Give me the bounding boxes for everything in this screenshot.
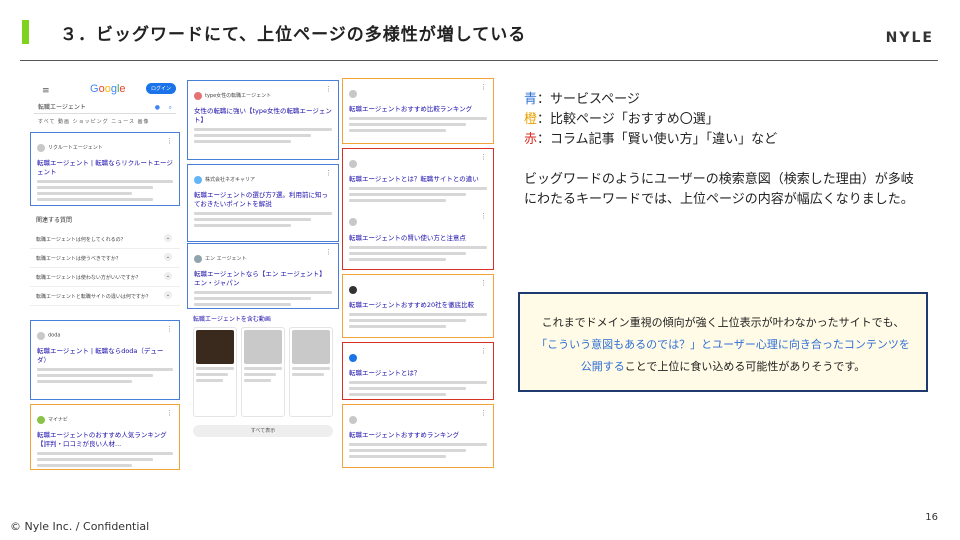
site-favicon: [37, 143, 45, 152]
video-section-title: 転職エージェントを含む動画: [193, 316, 271, 323]
site-favicon: [349, 159, 357, 168]
result-title[interactable]: 転職エージェントおすすめランキング: [349, 431, 487, 440]
site-favicon: [37, 331, 45, 340]
color-legend: 青：サービスページ 橙：比較ページ「おすすめ〇選」 赤：コラム記事「賢い使い方」…: [524, 90, 777, 150]
site-name: type女性の転職エージェント: [205, 93, 272, 99]
result-card-column[interactable]: ⋮ 転職エージェントとは？転職サイトとの違い ⋮ 転職エージェントの賢い使い方と…: [342, 148, 494, 270]
title-accent-bar: [22, 20, 29, 44]
result-title[interactable]: 転職エージェントとは？転職サイトとの違い: [349, 175, 487, 184]
more-icon[interactable]: ⋮: [480, 153, 487, 161]
site-name: エン エージェント: [205, 256, 247, 262]
result-title[interactable]: 転職エージェントのおすすめ人気ランキング【評判・口コミが良い人材...: [37, 431, 173, 449]
result-title[interactable]: 転職エージェント | 転職ならdoda（デューダ）: [37, 347, 173, 365]
result-title[interactable]: 転職エージェントなら【エン エージェント】エン・ジャパン: [194, 270, 332, 288]
menu-icon[interactable]: ≡: [42, 86, 50, 96]
paa-item[interactable]: 転職エージェントは使わない方がいいですか？ ⌄: [30, 268, 180, 287]
site-favicon: [194, 91, 202, 100]
video-thumbnail[interactable]: [289, 327, 333, 417]
site-favicon: [349, 218, 357, 227]
site-favicon: [349, 285, 357, 294]
more-icon[interactable]: ⋮: [480, 409, 487, 417]
chevron-down-icon: ⌄: [164, 291, 172, 299]
result-card-compare[interactable]: ⋮ 転職エージェントおすすめ比較ランキング: [342, 78, 494, 144]
paa-item[interactable]: 転職エージェントは使うべきですか？ ⌄: [30, 249, 180, 268]
video-carousel: 転職エージェントを含む動画 すべて表示: [187, 314, 339, 469]
result-title[interactable]: 転職エージェントとは？: [349, 369, 487, 378]
chevron-down-icon: ⌄: [164, 253, 172, 261]
more-icon[interactable]: ⋮: [480, 212, 487, 220]
result-title[interactable]: 転職エージェントおすすめ20社を徹底比較: [349, 301, 487, 310]
login-button[interactable]: ログイン: [145, 83, 176, 94]
legend-row-orange: 橙：比較ページ「おすすめ〇選」: [524, 112, 719, 127]
google-logo: Google: [90, 83, 126, 95]
site-name: リクルートエージェント: [48, 145, 103, 151]
result-card-compare[interactable]: ⋮ 転職エージェントおすすめ20社を徹底比較: [342, 274, 494, 338]
search-icon[interactable]: ⌕: [169, 102, 172, 114]
legend-row-red: 赤：コラム記事「賢い使い方」「違い」など: [524, 132, 778, 147]
video-thumbnail[interactable]: [193, 327, 237, 417]
legend-row-blue: 青：サービスページ: [524, 92, 640, 107]
search-tabs[interactable]: すべて 動画 ショッピング ニュース 画像: [38, 118, 150, 125]
site-name: 株式会社ネオキャリア: [205, 177, 256, 183]
title-divider: [20, 60, 938, 61]
paa-item[interactable]: 転職エージェントは何をしてくれるの？ ⌄: [30, 230, 180, 249]
result-card-service[interactable]: リクルートエージェント ⋮ 転職エージェント | 転職ならリクルートエージェント: [30, 132, 180, 206]
paa-item[interactable]: 転職エージェントと転職サイトの違いは何ですか？ ⌄: [30, 287, 180, 306]
nyle-logo: NYLE: [885, 30, 934, 46]
video-thumbnail[interactable]: [241, 327, 285, 417]
more-icon[interactable]: ⋮: [325, 248, 332, 256]
paa-title: 関連する質問: [36, 217, 73, 224]
mic-icon[interactable]: ●: [155, 102, 160, 114]
more-icon[interactable]: ⋮: [166, 409, 173, 417]
result-title[interactable]: 女性の転職に強い【type女性の転職エージェント】: [194, 107, 332, 125]
google-header: ≡ Google ログイン 転職エージェント ● ⌕ すべて 動画 ショッピング…: [30, 78, 180, 130]
result-title[interactable]: 転職エージェントおすすめ比較ランキング: [349, 105, 487, 114]
result-card-column[interactable]: ⋮ 転職エージェントとは？: [342, 342, 494, 400]
more-icon[interactable]: ⋮: [480, 347, 487, 355]
result-card-compare[interactable]: マイナビ ⋮ 転職エージェントのおすすめ人気ランキング【評判・口コミが良い人材..…: [30, 404, 180, 470]
page-number: 16: [925, 512, 938, 523]
site-favicon: [194, 175, 202, 184]
more-icon[interactable]: ⋮: [166, 137, 173, 145]
site-favicon: [37, 415, 45, 424]
show-all-button[interactable]: すべて表示: [193, 425, 333, 437]
site-favicon: [349, 89, 357, 98]
search-query: 転職エージェント: [38, 104, 86, 111]
copyright-footer: © Nyle Inc. / Confidential: [10, 520, 150, 533]
callout-text-after: ことで上位に食い込める可能性がありそうです。: [624, 360, 866, 373]
more-icon[interactable]: ⋮: [325, 85, 332, 93]
callout-text-before: これまでドメイン重視の傾向が強く上位表示が叶わなかったサイトでも、: [541, 316, 905, 329]
explanation-paragraph: ビッグワードのようにユーザーの検索意図（検索した理由）が多岐にわたるキーワードで…: [524, 172, 914, 207]
site-favicon: [194, 254, 202, 263]
more-icon[interactable]: ⋮: [480, 279, 487, 287]
more-icon[interactable]: ⋮: [325, 169, 332, 177]
result-title[interactable]: 転職エージェント | 転職ならリクルートエージェント: [37, 159, 173, 177]
callout-box: これまでドメイン重視の傾向が強く上位表示が叶わなかったサイトでも、「こういう意図…: [518, 292, 928, 392]
result-card-service[interactable]: 株式会社ネオキャリア ⋮ 転職エージェントの選び方7選。利用前に知っておきたいポイ…: [187, 164, 339, 242]
site-favicon: [349, 415, 357, 424]
result-card-service[interactable]: doda ⋮ 転職エージェント | 転職ならdoda（デューダ）: [30, 320, 180, 400]
result-title[interactable]: 転職エージェントの選び方7選。利用前に知っておきたいポイントを解説: [194, 191, 332, 209]
slide-title: ３．ビッグワードにて、上位ページの多様性が増している: [60, 25, 527, 45]
more-icon[interactable]: ⋮: [166, 325, 173, 333]
search-input[interactable]: 転職エージェント ● ⌕: [34, 102, 176, 114]
chevron-down-icon: ⌄: [164, 234, 172, 242]
result-title[interactable]: 転職エージェントの賢い使い方と注意点: [349, 234, 487, 243]
result-card-compare[interactable]: ⋮ 転職エージェントおすすめランキング: [342, 404, 494, 468]
chevron-down-icon: ⌄: [164, 272, 172, 280]
more-icon[interactable]: ⋮: [480, 83, 487, 91]
site-name: マイナビ: [48, 417, 68, 423]
site-name: doda: [48, 332, 61, 339]
site-favicon: [349, 353, 357, 362]
result-card-service[interactable]: type女性の転職エージェント ⋮ 女性の転職に強い【type女性の転職エージェン…: [187, 80, 339, 160]
result-card-service[interactable]: エン エージェント ⋮ 転職エージェントなら【エン エージェント】エン・ジャパン: [187, 243, 339, 309]
